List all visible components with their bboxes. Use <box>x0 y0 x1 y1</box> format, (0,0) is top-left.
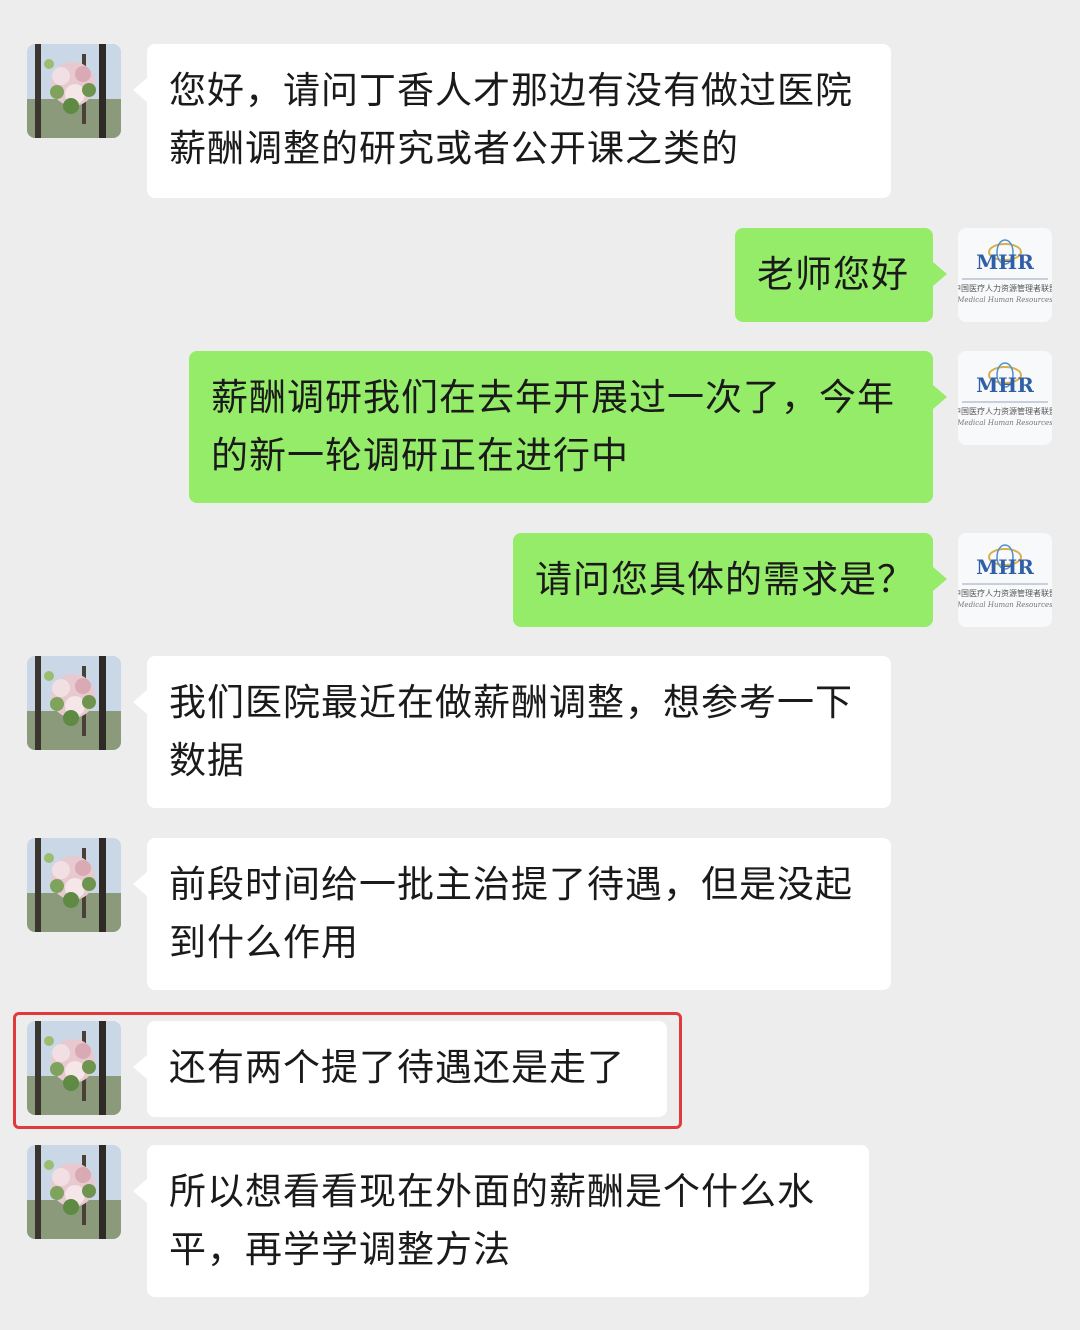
message-text-line: 老师您好 <box>757 253 909 296</box>
highlight-annotation-box <box>13 1012 682 1129</box>
outgoing-message-bubble[interactable]: 请问您具体的需求是？ <box>513 533 947 627</box>
bubble-tail <box>133 78 147 102</box>
user-avatar[interactable] <box>27 838 121 932</box>
message-text-line: 平，再学学调整方法 <box>169 1228 511 1271</box>
bubble-tail <box>933 567 947 591</box>
message-text-line: 薪酬调整的研究或者公开课之类的 <box>169 127 739 170</box>
bubble-tail <box>933 262 947 286</box>
outgoing-message-bubble[interactable]: 老师您好 <box>735 228 947 322</box>
staff-avatar[interactable] <box>958 228 1052 322</box>
message-text-line: 的新一轮调研正在进行中 <box>211 434 629 477</box>
message-text-line: 数据 <box>169 739 245 782</box>
bubble-tail <box>133 1179 147 1203</box>
staff-avatar[interactable] <box>958 351 1052 445</box>
staff-avatar[interactable] <box>958 533 1052 627</box>
user-avatar[interactable] <box>27 1145 121 1239</box>
outgoing-message-bubble[interactable]: 薪酬调研我们在去年开展过一次了，今年 的新一轮调研正在进行中 <box>189 351 947 503</box>
message-text-line: 前段时间给一批主治提了待遇，但是没起 <box>169 863 853 906</box>
message-text-line: 到什么作用 <box>169 921 359 964</box>
message-text-line: 您好，请问丁香人才那边有没有做过医院 <box>169 69 853 112</box>
message-text-line: 我们医院最近在做薪酬调整，想参考一下 <box>169 681 853 724</box>
incoming-message-bubble[interactable]: 所以想看看现在外面的薪酬是个什么水 平，再学学调整方法 <box>133 1145 869 1297</box>
bubble-tail <box>933 385 947 409</box>
user-avatar[interactable] <box>27 44 121 138</box>
message-text-line: 薪酬调研我们在去年开展过一次了，今年 <box>211 376 895 419</box>
message-text-line: 所以想看看现在外面的薪酬是个什么水 <box>169 1170 815 1213</box>
message-text-line: 请问您具体的需求是？ <box>535 558 915 601</box>
bubble-tail <box>133 872 147 896</box>
incoming-message-bubble[interactable]: 您好，请问丁香人才那边有没有做过医院 薪酬调整的研究或者公开课之类的 <box>133 44 891 198</box>
incoming-message-bubble[interactable]: 前段时间给一批主治提了待遇，但是没起 到什么作用 <box>133 838 891 990</box>
user-avatar[interactable] <box>27 656 121 750</box>
bubble-tail <box>133 690 147 714</box>
incoming-message-bubble[interactable]: 我们医院最近在做薪酬调整，想参考一下 数据 <box>133 656 891 808</box>
